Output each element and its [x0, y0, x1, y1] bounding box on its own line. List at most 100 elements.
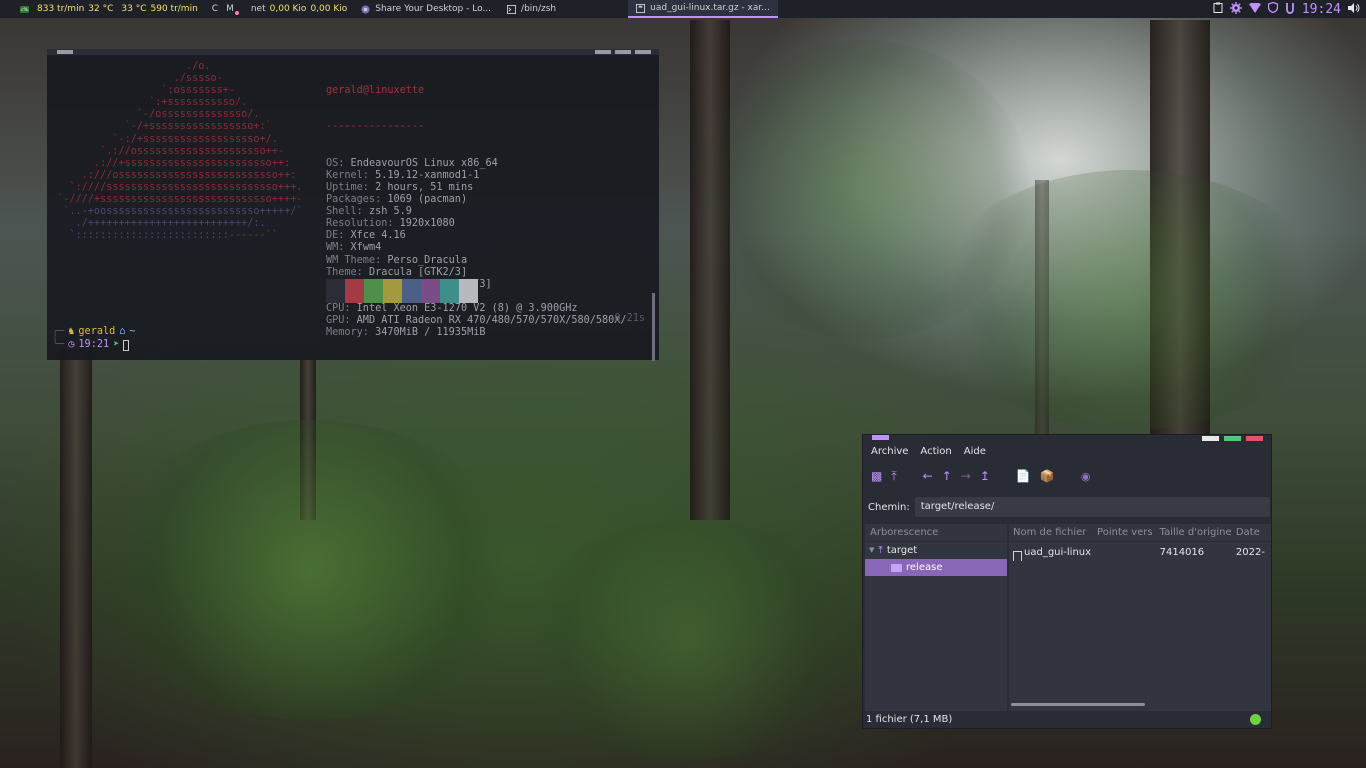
extract-files-icon[interactable]: 📦 [1040, 469, 1055, 483]
clock[interactable]: 19:24 [1302, 2, 1341, 17]
column-link[interactable]: Pointe vers [1093, 524, 1156, 541]
terminal-window[interactable]: ./o. ./sssso- `:osssssss+- `:+ssssssssss… [47, 49, 659, 361]
foliage [100, 420, 520, 720]
maximize-button[interactable] [1224, 436, 1241, 441]
memory-indicator[interactable]: M [226, 3, 239, 15]
prompt-time: 19:21 [78, 339, 110, 351]
toolbar: ▩ ⤒ ← ↑ → ↥ 📄 📦 ◉ [863, 467, 1090, 485]
cpu-indicator[interactable]: C [212, 4, 218, 14]
info-key: Uptime: [326, 181, 376, 193]
menu-help[interactable]: Aide [964, 446, 986, 457]
tree-item-release[interactable]: release [865, 559, 1007, 576]
color-palette [326, 279, 478, 303]
info-line: CPU: Intel Xeon E3-1270 V2 (8) @ 3.900GH… [326, 303, 627, 315]
info-line: GPU: AMD ATI Radeon RX 470/480/570/570X/… [326, 315, 627, 327]
home-icon: ⌂ [119, 326, 126, 338]
task-share-desktop[interactable]: Share Your Desktop - Lo... [353, 0, 499, 18]
info-value: Dracula [GTK2/3] [368, 266, 468, 278]
info-key: Theme: [326, 266, 369, 278]
color-swatch [421, 279, 440, 303]
info-key: DE: [326, 230, 351, 242]
prompt-dir: ~ [129, 326, 136, 338]
shield-icon[interactable] [1267, 1, 1279, 16]
file-date: 2022- [1235, 547, 1265, 558]
info-key: WM: [326, 242, 351, 254]
logo-line: `.://osssssssssssssssssssso++- [51, 145, 285, 157]
table-row[interactable]: uad_gui-linux 7414016 2022- [1009, 544, 1271, 561]
update-icon[interactable] [1285, 2, 1295, 17]
close-button[interactable] [1246, 436, 1263, 441]
location-label: Chemin: [868, 501, 910, 513]
task-terminal[interactable]: /bin/zsh [499, 0, 564, 18]
up-icon[interactable]: ↑ [942, 469, 952, 483]
color-swatch [402, 279, 421, 303]
info-value: Intel Xeon E3-1270 V2 (8) @ 3.900GHz [356, 302, 578, 314]
back-icon[interactable]: ← [923, 469, 933, 483]
logo-line: `-:/+sssssssssssssssssso+/. [51, 133, 278, 145]
memory-indicator-label: M [226, 4, 234, 14]
tree-trunk [690, 20, 730, 520]
menu-action[interactable]: Action [920, 446, 951, 457]
fan-speed-2: 590 tr/min [150, 4, 198, 14]
gear-icon[interactable] [1229, 1, 1242, 17]
file-name-cell: uad_gui-linux [1009, 544, 1093, 561]
archive-manager-window[interactable]: Archive Action Aide ▩ ⤒ ← ↑ → ↥ 📄 📦 ◉ Ch… [862, 434, 1272, 729]
home-icon[interactable]: ↥ [980, 469, 990, 483]
column-name[interactable]: Nom de fichier [1009, 524, 1093, 541]
forward-icon[interactable]: → [961, 469, 971, 483]
info-line: Theme: Dracula [GTK2/3] [326, 267, 627, 279]
temperature-1: 32 °C [88, 4, 114, 14]
logo-line: `:+sssssssssso/. [51, 97, 248, 109]
info-line: Kernel: 5.19.12-xanmod1-1 [326, 170, 627, 182]
volume-icon[interactable] [1348, 2, 1360, 16]
menu-bar: Archive Action Aide [863, 443, 986, 459]
info-key: Packages: [326, 194, 388, 206]
expander-icon[interactable]: ▼ [869, 542, 874, 559]
clipboard-icon[interactable] [1213, 2, 1223, 16]
terminal-scrollbar[interactable] [652, 293, 655, 361]
info-value: AMD ATI Radeon RX 470/480/570/570X/580/5… [356, 314, 627, 326]
folder-tree[interactable]: Arborescence ▼ ⤒ target release [865, 524, 1007, 711]
file-list-scrollbar[interactable] [1011, 703, 1145, 706]
window-menu-button[interactable] [57, 50, 73, 54]
info-line: Shell: zsh 5.9 [326, 206, 627, 218]
terminal-icon [507, 4, 517, 14]
window-menu-button[interactable] [872, 435, 889, 440]
minimize-button[interactable] [1202, 436, 1219, 441]
logo-line: `-////+ssssssssssssssssssssssssssso++++- [51, 194, 303, 206]
tree-item-target[interactable]: ▼ ⤒ target [865, 542, 1007, 559]
column-date[interactable]: Date [1232, 524, 1271, 541]
info-value: Xfwm4 [350, 242, 382, 254]
location-input[interactable]: target/release/ [914, 497, 1270, 517]
window-titlebar[interactable] [863, 435, 1271, 442]
system-tray: 19:24 [1213, 0, 1360, 18]
tree-trunk [60, 350, 92, 768]
foliage [520, 520, 860, 760]
logo-line: `-/ossssssssssssso/. [51, 109, 260, 121]
file-list[interactable]: Nom de fichier Pointe vers Taille d'orig… [1009, 524, 1271, 711]
status-indicator-icon [1250, 714, 1261, 725]
close-button[interactable] [635, 50, 651, 54]
info-separator: ---------------- [326, 121, 425, 133]
task-archive[interactable]: uad_gui-linux.tar.gz - xar... [628, 0, 778, 18]
stop-icon[interactable]: ◉ [1081, 470, 1091, 483]
temperature-2: 33 °C [121, 4, 147, 14]
column-size[interactable]: Taille d'origine [1156, 524, 1232, 541]
maximize-button[interactable] [615, 50, 631, 54]
info-key: WM Theme: [326, 254, 388, 266]
info-value: EndeavourOS Linux x86_64 [350, 157, 498, 169]
menu-archive[interactable]: Archive [871, 446, 908, 457]
logo-line: `..-+oosssssssssssssssssssssssso+++++/` [51, 206, 303, 218]
user-host: gerald@linuxette [326, 85, 425, 97]
extract-icon[interactable]: ⤒ [891, 469, 896, 484]
minimize-button[interactable] [595, 50, 611, 54]
new-archive-icon[interactable]: ▩ [871, 469, 882, 483]
status-bar: 1 fichier (7,1 MB) [866, 714, 953, 725]
cursor[interactable] [123, 340, 130, 351]
add-files-icon[interactable]: 📄 [1016, 469, 1031, 483]
folder-icon [891, 563, 902, 572]
network-icon[interactable] [1248, 2, 1261, 16]
elapsed-time: 0.21s [614, 313, 645, 324]
sensors-icon[interactable]: c% [20, 5, 29, 14]
clock-icon: ◷ [68, 339, 75, 351]
